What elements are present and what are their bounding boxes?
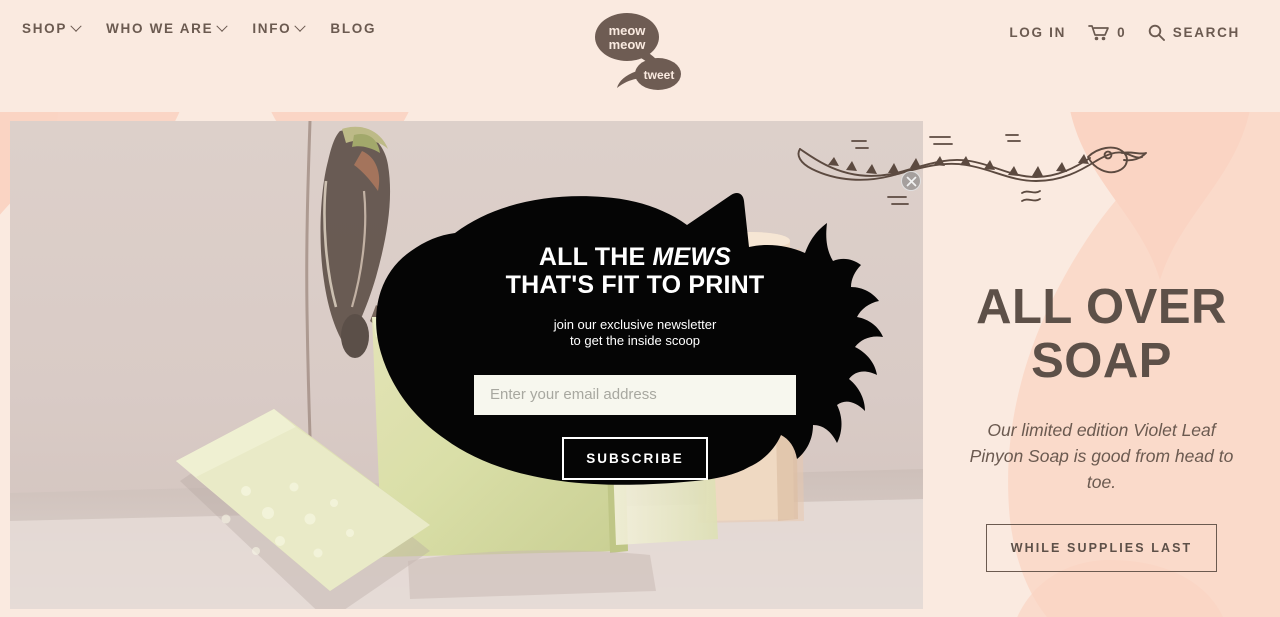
primary-navigation: SHOP WHO WE ARE INFO BLOG <box>22 20 376 36</box>
hero-title-line-2: SOAP <box>1031 333 1172 388</box>
heading-part-one: ALL THE <box>538 243 653 271</box>
subtext-line-two: to get the inside scoop <box>569 333 701 349</box>
nav-label-blog: BLOG <box>330 21 377 36</box>
search-label: SEARCH <box>1172 25 1240 40</box>
search-button[interactable]: SEARCH <box>1148 24 1240 41</box>
newsletter-modal: ALL THE MEWS THAT'S FIT TO PRINT join ou… <box>335 185 935 505</box>
logo-text-meow-2: meow <box>609 37 647 52</box>
subtext-line-one: join our exclusive newsletter <box>553 317 717 332</box>
newsletter-subtext: join our exclusive newsletter to get the… <box>554 317 717 350</box>
nav-item-info[interactable]: INFO <box>252 20 307 36</box>
logo-text-meow-1: meow <box>609 23 647 38</box>
nav-label-who-we-are: WHO WE ARE <box>106 21 214 36</box>
close-icon[interactable] <box>901 171 921 191</box>
hero-text-panel: ALL OVER SOAP Our limited edition Violet… <box>923 121 1280 609</box>
chevron-down-icon <box>294 20 307 32</box>
login-link[interactable]: LOG IN <box>1009 26 1066 40</box>
cart-count: 0 <box>1117 25 1126 40</box>
heading-line-two: THAT'S FIT TO PRINT <box>505 271 765 299</box>
hero-title-line-1: ALL OVER <box>976 280 1227 334</box>
chevron-down-icon <box>70 20 82 32</box>
site-header: SHOP WHO WE ARE INFO BLOG meow meow twee… <box>0 0 1280 112</box>
newsletter-heading: ALL THE MEWS THAT'S FIT TO PRINT <box>506 243 765 299</box>
email-input[interactable] <box>474 374 796 415</box>
site-logo[interactable]: meow meow tweet <box>585 8 695 92</box>
hero-title: ALL OVER SOAP <box>976 280 1227 389</box>
search-icon <box>1148 24 1165 41</box>
close-x-glyph <box>906 176 916 186</box>
nav-item-blog[interactable]: BLOG <box>330 22 376 36</box>
nav-item-who-we-are[interactable]: WHO WE ARE <box>106 20 228 36</box>
utility-navigation: LOG IN 0 SEARCH <box>1009 24 1240 41</box>
chevron-down-icon <box>216 20 228 32</box>
subscribe-button[interactable]: SUBSCRIBE <box>562 436 708 480</box>
nav-label-info: INFO <box>252 21 292 36</box>
login-label: LOG IN <box>1009 24 1067 40</box>
while-supplies-last-button[interactable]: WHILE SUPPLIES LAST <box>985 523 1218 572</box>
shopping-cart-icon <box>1088 25 1109 41</box>
nav-item-shop[interactable]: SHOP <box>22 20 82 36</box>
logo-text-tweet: tweet <box>644 68 675 82</box>
cart-button[interactable]: 0 <box>1088 24 1126 41</box>
hero-subtitle: Our limited edition Violet Leaf Pinyon S… <box>969 419 1234 493</box>
heading-emphasis: MEWS <box>652 243 732 271</box>
nav-label-shop: SHOP <box>22 21 68 36</box>
